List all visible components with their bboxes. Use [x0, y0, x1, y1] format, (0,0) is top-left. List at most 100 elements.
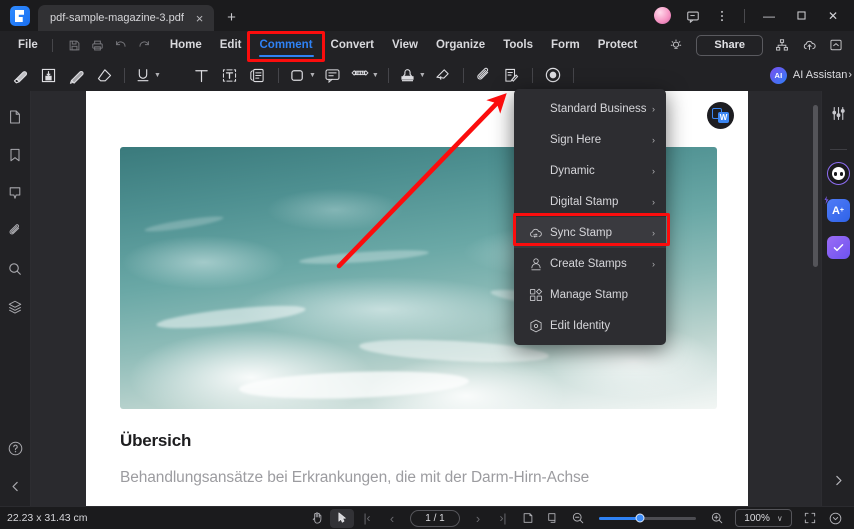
- tips-bulb-icon[interactable]: [663, 34, 689, 56]
- stamp-dropdown-menu[interactable]: Standard Business › Sign Here › Dynamic …: [514, 89, 666, 345]
- shape-tool[interactable]: ▼: [285, 62, 319, 88]
- continuous-page-view-icon[interactable]: [541, 509, 565, 528]
- signature-tool[interactable]: [429, 62, 457, 88]
- zoom-slider-handle[interactable]: [635, 513, 645, 523]
- menu-item-home[interactable]: Home: [161, 36, 211, 54]
- highlight-tool[interactable]: [6, 62, 34, 88]
- chevron-down-icon[interactable]: ▼: [154, 72, 161, 79]
- pencil-tool[interactable]: [62, 62, 90, 88]
- visibility-tool[interactable]: [539, 62, 567, 88]
- print-icon[interactable]: [87, 35, 109, 55]
- cloud-upload-icon[interactable]: [797, 34, 821, 56]
- word-letter-icon: W: [718, 112, 729, 123]
- minimize-button[interactable]: —: [754, 4, 784, 27]
- document-viewport[interactable]: Übersich Behandlungsansätze bei Erkranku…: [31, 91, 821, 506]
- vertical-scrollbar[interactable]: [813, 105, 818, 267]
- zoom-level-selector[interactable]: 100% ∨: [735, 509, 792, 527]
- ai-translate-icon[interactable]: A +: [826, 199, 850, 222]
- menu-item-standard-business[interactable]: Standard Business ›: [514, 93, 666, 124]
- menu-item-tools[interactable]: Tools: [494, 36, 542, 54]
- redo-icon[interactable]: [133, 35, 155, 55]
- next-page-icon[interactable]: ›: [466, 509, 490, 528]
- attachment-tool[interactable]: [470, 62, 498, 88]
- menu-item-comment[interactable]: Comment: [251, 36, 322, 57]
- bookmarks-panel-icon[interactable]: [2, 141, 29, 168]
- ai-proofread-icon[interactable]: [826, 236, 850, 259]
- layers-panel-icon[interactable]: [2, 293, 29, 320]
- menu-item-sync-stamp[interactable]: Sync Stamp ›: [514, 217, 666, 248]
- select-tool-icon[interactable]: [330, 508, 354, 528]
- chevron-down-icon-stamp[interactable]: ▼: [419, 72, 426, 79]
- sticky-note-tool[interactable]: [244, 62, 272, 88]
- more-view-options-icon[interactable]: [823, 509, 847, 528]
- menu-item-dynamic[interactable]: Dynamic ›: [514, 155, 666, 186]
- document-tab[interactable]: pdf-sample-magazine-3.pdf ×: [38, 5, 214, 31]
- underline-tool[interactable]: ▼: [131, 62, 164, 88]
- collapse-left-sidebar-icon[interactable]: [2, 473, 29, 500]
- toolbar-divider-4: [462, 67, 464, 83]
- save-icon[interactable]: [64, 35, 86, 55]
- help-icon[interactable]: [2, 435, 29, 462]
- zoom-slider[interactable]: [599, 513, 696, 523]
- single-page-view-icon[interactable]: [516, 509, 540, 528]
- search-panel-icon[interactable]: [2, 255, 29, 282]
- menu-item-file[interactable]: File: [9, 36, 47, 54]
- zoom-out-icon[interactable]: [566, 509, 590, 528]
- menu-item-sign-here[interactable]: Sign Here ›: [514, 124, 666, 155]
- quick-access-toolbar: [64, 35, 155, 55]
- text-tool[interactable]: [188, 62, 216, 88]
- menu-item-create-stamps[interactable]: Create Stamps ›: [514, 248, 666, 279]
- chevron-right-icon: ›: [652, 258, 655, 269]
- ai-assistant-button[interactable]: AI AI Assistan ›: [769, 66, 854, 84]
- stamp-tool[interactable]: ▼: [395, 62, 429, 88]
- properties-sliders-icon[interactable]: [827, 102, 850, 125]
- chevron-down-icon-shape[interactable]: ▼: [309, 72, 316, 79]
- share-network-icon[interactable]: [770, 34, 794, 56]
- menu-item-form[interactable]: Form: [542, 36, 589, 54]
- last-page-icon[interactable]: ›|: [491, 509, 515, 528]
- menu-item-digital-stamp[interactable]: Digital Stamp ›: [514, 186, 666, 217]
- menu-label: Digital Stamp: [550, 195, 619, 208]
- close-button[interactable]: ✕: [818, 4, 848, 27]
- feedback-icon[interactable]: [679, 4, 706, 27]
- callout-tool[interactable]: [319, 62, 347, 88]
- fit-page-icon[interactable]: [798, 509, 822, 528]
- menu-item-edit-identity[interactable]: Edit Identity: [514, 310, 666, 341]
- collapse-ribbon-icon[interactable]: [824, 34, 848, 56]
- area-highlight-tool[interactable]: [34, 62, 62, 88]
- menu-item-edit[interactable]: Edit: [211, 36, 251, 54]
- maximize-button[interactable]: [786, 4, 816, 27]
- ai-robot-icon[interactable]: [826, 162, 850, 185]
- menu-item-organize[interactable]: Organize: [427, 36, 494, 54]
- pdf-editor-window: pdf-sample-magazine-3.pdf × + — ✕ File H…: [0, 0, 854, 529]
- text-box-tool[interactable]: [216, 62, 244, 88]
- convert-to-word-badge[interactable]: W: [707, 102, 734, 129]
- new-tab-icon[interactable]: +: [223, 9, 240, 26]
- menu-item-manage-stamp[interactable]: Manage Stamp: [514, 279, 666, 310]
- user-avatar[interactable]: [654, 7, 671, 24]
- eraser-tool[interactable]: [90, 62, 118, 88]
- menu-item-convert[interactable]: Convert: [322, 36, 383, 54]
- toolbar-divider-5: [531, 67, 533, 83]
- share-button[interactable]: Share: [696, 34, 763, 56]
- measure-tool[interactable]: ▼: [347, 62, 382, 88]
- undo-icon[interactable]: [110, 35, 132, 55]
- attachments-panel-icon[interactable]: [2, 217, 29, 244]
- menu-label: Dynamic: [550, 164, 595, 177]
- first-page-icon[interactable]: |‹: [355, 509, 379, 528]
- menu-item-protect[interactable]: Protect: [589, 36, 647, 54]
- annotation-list-tool[interactable]: [498, 62, 526, 88]
- zoom-level-value: 100%: [744, 512, 770, 524]
- menu-item-view[interactable]: View: [383, 36, 427, 54]
- zoom-in-icon[interactable]: [705, 509, 729, 528]
- expand-right-sidebar-icon[interactable]: [827, 469, 850, 492]
- close-tab-icon[interactable]: ×: [191, 10, 208, 27]
- page-number-field[interactable]: 1 / 1: [410, 509, 460, 527]
- previous-page-icon[interactable]: ‹: [380, 509, 404, 528]
- thumbnails-panel-icon[interactable]: [2, 103, 29, 130]
- hand-tool-icon[interactable]: [305, 509, 329, 528]
- more-options-icon[interactable]: [708, 4, 735, 27]
- chevron-down-icon-measure[interactable]: ▼: [372, 72, 379, 79]
- comments-panel-icon[interactable]: [2, 179, 29, 206]
- right-sidebar-divider: [829, 149, 847, 150]
